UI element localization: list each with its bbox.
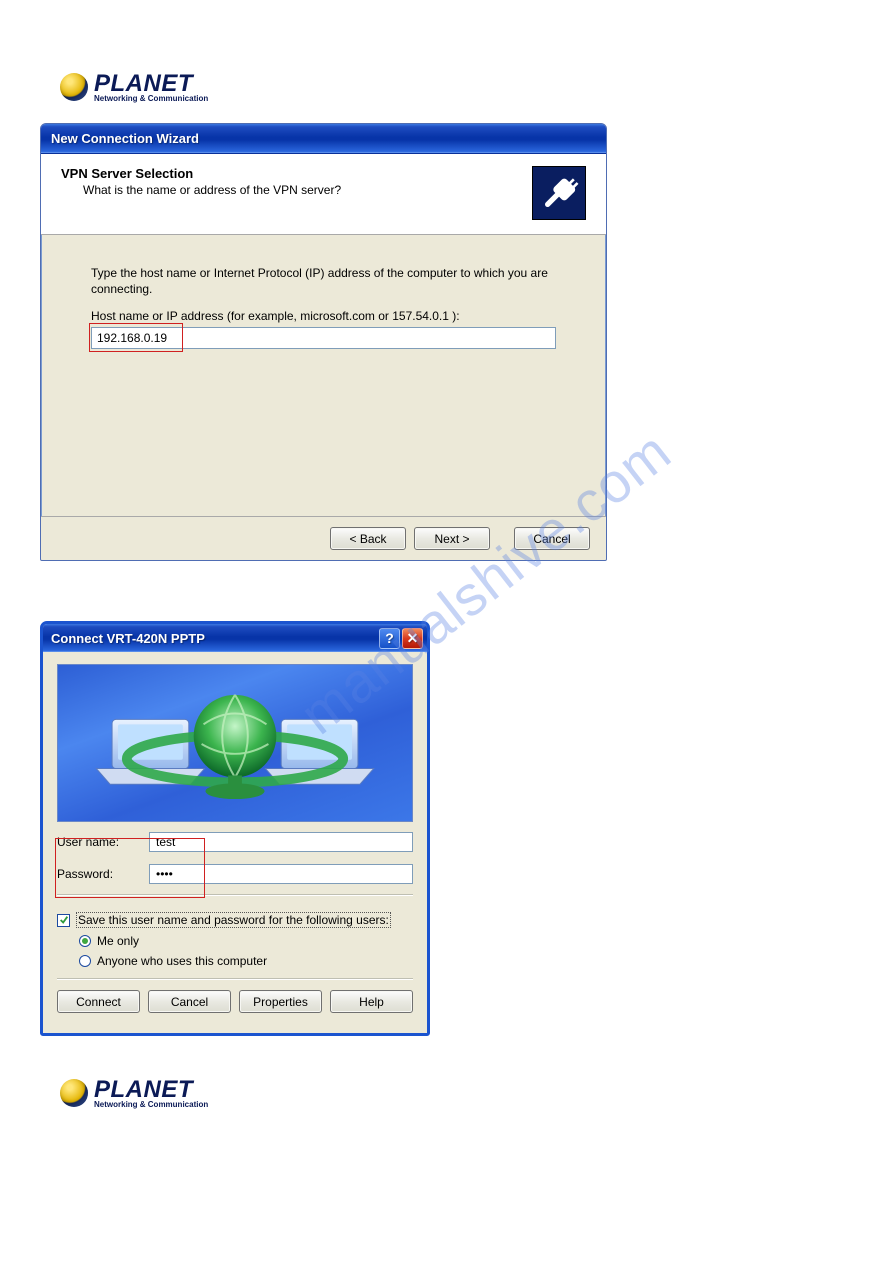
globe-icon [60,1079,88,1107]
connect-dialog: Connect VRT-420N PPTP ? ✕ [40,621,430,1036]
password-label: Password: [57,867,149,881]
anyone-radio[interactable] [79,955,91,967]
dialog-titlebar: Connect VRT-420N PPTP ? ✕ [43,624,427,652]
logo-tagline: Networking & Communication [94,94,208,103]
footer-logo-tagline: Networking & Communication [94,1100,208,1109]
me-only-radio[interactable] [79,935,91,947]
wizard-body: Type the host name or Internet Protocol … [41,235,606,349]
username-input[interactable]: test [149,832,413,852]
properties-button[interactable]: Properties [239,990,322,1013]
host-ip-value: 192.168.0.19 [97,331,167,345]
host-ip-input[interactable]: 192.168.0.19 [91,327,556,349]
dialog-button-row: Connect Cancel Properties Help [43,980,427,1027]
wizard-heading: VPN Server Selection [61,166,341,181]
wizard-titlebar: New Connection Wizard [41,124,606,154]
wizard-instruction: Type the host name or Internet Protocol … [91,265,556,297]
new-connection-wizard-window: New Connection Wizard VPN Server Selecti… [40,123,607,561]
anyone-label: Anyone who uses this computer [97,954,267,968]
page-footer: PLANET Networking & Communication [40,1076,853,1109]
me-only-label: Me only [97,934,139,948]
cancel-dialog-button[interactable]: Cancel [148,990,231,1013]
dialog-banner [57,664,413,822]
wizard-subheading: What is the name or address of the VPN s… [61,183,341,197]
connect-button[interactable]: Connect [57,990,140,1013]
save-credentials-label: Save this user name and password for the… [76,912,391,928]
globe-icon [60,73,88,101]
next-button[interactable]: Next > [414,527,490,550]
close-button[interactable]: ✕ [402,628,423,649]
dialog-title: Connect VRT-420N PPTP [51,631,205,646]
username-label: User name: [57,835,149,849]
vpn-plug-icon [532,166,586,220]
cancel-button[interactable]: Cancel [514,527,590,550]
help-dialog-button[interactable]: Help [330,990,413,1013]
wizard-window-title: New Connection Wizard [51,131,199,146]
check-icon [59,915,69,925]
wizard-header: VPN Server Selection What is the name or… [41,154,606,235]
password-input[interactable]: •••• [149,864,413,884]
wizard-button-row: < Back Next > Cancel [41,516,606,560]
vpn-banner-art [58,665,412,821]
wizard-input-label: Host name or IP address (for example, mi… [91,309,556,323]
help-button[interactable]: ? [379,628,400,649]
back-button[interactable]: < Back [330,527,406,550]
planet-logo-top: PLANET Networking & Communication [60,70,853,103]
username-value: test [156,835,175,849]
save-credentials-checkbox[interactable] [57,914,70,927]
password-value: •••• [156,867,173,881]
